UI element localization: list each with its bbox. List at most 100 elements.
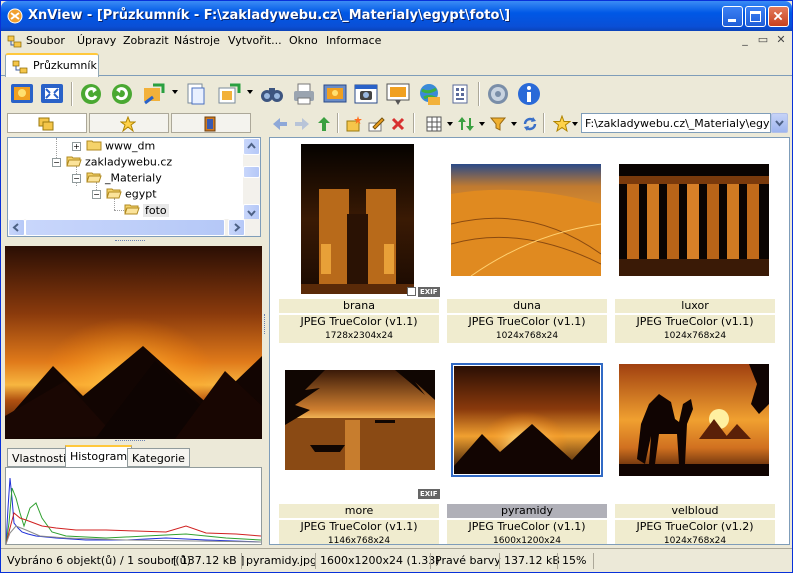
thumbnail-name: luxor bbox=[615, 299, 775, 313]
exif-badge: EXIF bbox=[418, 287, 440, 297]
new-folder-icon[interactable] bbox=[345, 115, 363, 133]
mdi-close-button[interactable]: ✕ bbox=[773, 33, 789, 47]
find-icon[interactable] bbox=[259, 81, 285, 107]
thumbnail-image bbox=[285, 370, 435, 470]
folders-icon bbox=[38, 117, 54, 131]
print-icon[interactable] bbox=[291, 81, 317, 107]
tree-node-foto[interactable]: foto bbox=[124, 203, 169, 219]
info-icon[interactable] bbox=[516, 81, 542, 107]
thumbnail-more[interactable]: EXIF more JPEG TrueColor (v1.1) 1146x768… bbox=[277, 345, 440, 544]
tab-pruzkumnik[interactable]: Průzkumník bbox=[5, 53, 99, 77]
path-dropdown-button[interactable] bbox=[771, 113, 788, 133]
tree-node-materialy[interactable]: _Materialy bbox=[86, 171, 162, 187]
fit-window-icon[interactable] bbox=[39, 81, 65, 107]
tree-node-www-dm[interactable]: www_dm bbox=[86, 139, 155, 155]
sort-dropdown-arrow[interactable] bbox=[479, 122, 485, 126]
splitter-grip bbox=[264, 314, 266, 334]
tree-horizontal-scrollbar[interactable] bbox=[8, 219, 260, 236]
tab-kategorie[interactable]: Kategorie bbox=[127, 448, 190, 467]
histogram-chart bbox=[5, 467, 262, 545]
xnview-menu-icon bbox=[7, 35, 22, 48]
thumbnail-luxor[interactable]: luxor JPEG TrueColor (v1.1) 1024x768x24 bbox=[613, 142, 775, 347]
settings-icon[interactable] bbox=[485, 81, 511, 107]
expander-materialy[interactable]: − bbox=[72, 174, 81, 183]
thumbnail-dims: 1024x768x24 bbox=[615, 534, 775, 544]
menu-soubor[interactable]: Soubor bbox=[26, 34, 65, 47]
scroll-left-button[interactable] bbox=[8, 219, 25, 236]
tree-node-egypt[interactable]: egypt bbox=[106, 187, 157, 203]
calculator-icon[interactable] bbox=[447, 81, 473, 107]
mdi-minimize-button[interactable]: _ bbox=[737, 33, 753, 47]
view-mode-dropdown-arrow[interactable] bbox=[447, 122, 453, 126]
minimize-button[interactable] bbox=[722, 6, 743, 27]
xnview-logo-icon bbox=[7, 8, 23, 24]
status-color-mode: Pravé barvy bbox=[430, 553, 501, 569]
tab-favorites[interactable] bbox=[89, 113, 169, 133]
favorites-star-icon[interactable] bbox=[553, 115, 571, 133]
thumbnail-format: JPEG TrueColor (v1.1) bbox=[279, 520, 439, 534]
rotate-right-icon[interactable] bbox=[109, 81, 135, 107]
capture-icon[interactable] bbox=[353, 81, 379, 107]
back-icon[interactable] bbox=[271, 115, 289, 133]
export-icon[interactable] bbox=[216, 81, 242, 107]
star-icon bbox=[120, 116, 136, 132]
panels-splitter[interactable] bbox=[262, 136, 268, 546]
title-bar[interactable]: XnView - [Průzkumník - F:\zakladywebu.cz… bbox=[1, 1, 792, 31]
view-mode-icon[interactable] bbox=[425, 115, 443, 133]
scroll-up-button[interactable] bbox=[243, 138, 260, 155]
rename-icon[interactable] bbox=[367, 115, 385, 133]
tab-folders[interactable] bbox=[7, 113, 87, 133]
thumbnail-brana[interactable]: EXIF brana JPEG TrueColor (v1.1) 1728x23… bbox=[277, 142, 440, 347]
maximize-button[interactable] bbox=[745, 6, 766, 27]
folder-open-icon bbox=[86, 172, 102, 183]
tab-catalog[interactable] bbox=[171, 113, 251, 133]
menu-informace[interactable]: Informace bbox=[326, 34, 381, 47]
scroll-thumb[interactable] bbox=[243, 166, 260, 178]
path-combobox[interactable]: F:\zakladywebu.cz\_Materialy\egypt\ bbox=[581, 113, 771, 133]
filter-dropdown-arrow[interactable] bbox=[511, 122, 517, 126]
thumbnail-velbloud[interactable]: velbloud JPEG TrueColor (v1.2) 1024x768x… bbox=[613, 345, 775, 544]
expander-zakladywebu[interactable]: − bbox=[52, 158, 61, 167]
tree-vertical-scrollbar[interactable] bbox=[243, 138, 260, 221]
forward-icon[interactable] bbox=[293, 115, 311, 133]
chevron-down-icon bbox=[775, 120, 784, 127]
menu-okno[interactable]: Okno bbox=[289, 34, 318, 47]
web-icon[interactable] bbox=[416, 81, 442, 107]
filter-icon[interactable] bbox=[489, 115, 507, 133]
menu-nastroje[interactable]: Nástroje bbox=[174, 34, 220, 47]
tree-preview-splitter[interactable] bbox=[5, 238, 262, 246]
menu-upravy[interactable]: Úpravy bbox=[77, 34, 116, 47]
rotate-left-icon[interactable] bbox=[78, 81, 104, 107]
fullscreen-icon[interactable] bbox=[9, 81, 35, 107]
scroll-right-button[interactable] bbox=[228, 219, 245, 236]
sort-icon[interactable] bbox=[457, 115, 475, 133]
copy-icon[interactable] bbox=[183, 81, 209, 107]
convert-dropdown-arrow[interactable] bbox=[172, 90, 178, 94]
favorites-dropdown-arrow[interactable] bbox=[572, 122, 578, 126]
thumbnail-name: more bbox=[279, 504, 439, 518]
tab-histogram[interactable]: Histogram bbox=[65, 445, 133, 467]
chevron-down-icon bbox=[247, 210, 256, 217]
mdi-restore-button[interactable]: ▭ bbox=[755, 33, 771, 47]
tree-node-zakladywebu[interactable]: zakladywebu.cz bbox=[66, 155, 172, 171]
export-dropdown-arrow[interactable] bbox=[247, 90, 253, 94]
scroll-thumb[interactable] bbox=[25, 219, 225, 236]
refresh-icon[interactable] bbox=[521, 115, 539, 133]
thumbnail-dims: 1024x768x24 bbox=[615, 329, 775, 343]
thumbnail-pyramidy[interactable]: pyramidy JPEG TrueColor (v1.1) 1600x1200… bbox=[445, 345, 607, 544]
parent-folder-icon[interactable] bbox=[315, 115, 333, 133]
thumbnail-name: velbloud bbox=[615, 504, 775, 518]
close-button[interactable] bbox=[768, 6, 789, 27]
thumbnail-dims: 1728x2304x24 bbox=[279, 329, 439, 343]
thumbnail-duna[interactable]: duna JPEG TrueColor (v1.1) 1024x768x24 bbox=[445, 142, 607, 347]
expander-egypt[interactable]: − bbox=[92, 190, 101, 199]
tab-vlastnosti[interactable]: Vlastnosti bbox=[7, 448, 72, 467]
tab-label: Průzkumník bbox=[33, 59, 97, 72]
menu-zobrazit[interactable]: Zobrazit bbox=[123, 34, 169, 47]
slideshow-icon[interactable] bbox=[322, 81, 348, 107]
delete-icon[interactable] bbox=[389, 115, 407, 133]
expander-www-dm[interactable]: + bbox=[72, 142, 81, 151]
convert-icon[interactable] bbox=[141, 81, 167, 107]
screenshot-icon[interactable] bbox=[385, 81, 411, 107]
menu-vytvorit[interactable]: Vytvořit... bbox=[228, 34, 282, 47]
